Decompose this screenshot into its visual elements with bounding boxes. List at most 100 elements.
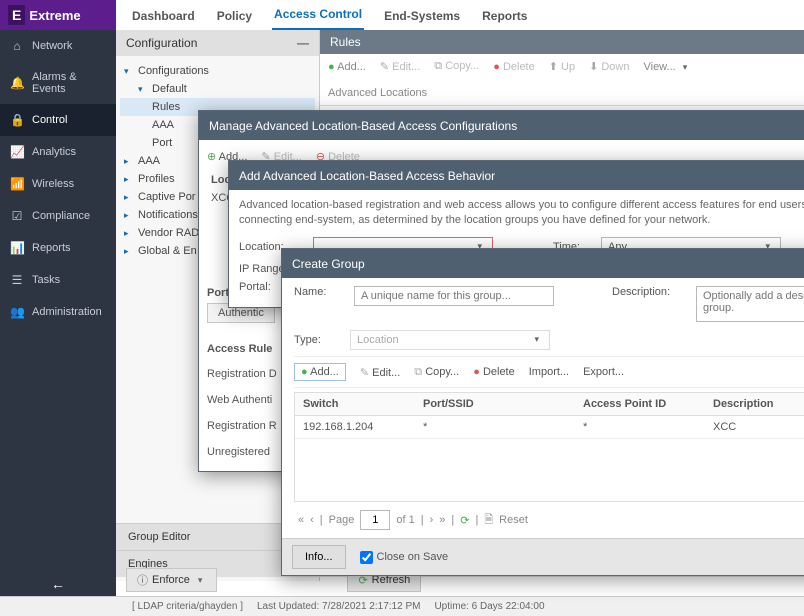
down-icon: ⬇ bbox=[589, 61, 598, 73]
sidebar-item-label: Compliance bbox=[32, 210, 90, 222]
col-desc[interactable]: Description bbox=[713, 398, 804, 410]
reset-label[interactable]: Reset bbox=[499, 514, 528, 526]
sidebar-item-administration[interactable]: 👥Administration bbox=[0, 296, 116, 328]
list-icon: ☰ bbox=[10, 273, 24, 287]
col-port[interactable]: Port/SSID bbox=[423, 398, 583, 410]
cell-ap: * bbox=[583, 421, 713, 433]
tab-access-control[interactable]: Access Control bbox=[272, 0, 364, 30]
tree-label: AAA bbox=[152, 119, 174, 131]
bell-icon: 🔔 bbox=[10, 76, 24, 90]
modal3-header: Create Group ✕ bbox=[282, 249, 804, 278]
tab-reports[interactable]: Reports bbox=[480, 2, 529, 30]
tab-policy[interactable]: Policy bbox=[215, 2, 254, 30]
plus-icon: ● bbox=[328, 61, 335, 73]
tree-label: Global & En bbox=[138, 245, 197, 257]
caret-right-icon: ▸ bbox=[124, 210, 134, 221]
close-on-save-check[interactable]: Close on Save bbox=[360, 551, 449, 564]
rules-toolbar: ● Add... ✎ Edit... ⧉ Copy... ● Delete ⬆ … bbox=[320, 54, 804, 106]
status-ldap: [ LDAP criteria/ghayden ] bbox=[132, 601, 243, 612]
chart-icon: 📈 bbox=[10, 145, 24, 159]
m3-import-button[interactable]: Import... bbox=[529, 366, 569, 378]
copy-button[interactable]: ⧉ Copy... bbox=[434, 60, 479, 73]
page-next-icon[interactable]: › bbox=[430, 514, 434, 526]
btn-label: Delete bbox=[503, 61, 535, 73]
page-input[interactable] bbox=[360, 510, 390, 530]
collapse-icon[interactable]: — bbox=[297, 36, 309, 50]
page-of: of 1 bbox=[396, 514, 414, 526]
down-button[interactable]: ⬇ Down bbox=[589, 60, 629, 73]
caret-right-icon: ▸ bbox=[124, 192, 134, 203]
modal2-header: Add Advanced Location-Based Access Behav… bbox=[229, 161, 804, 190]
reset-icon[interactable]: 🗎 bbox=[484, 511, 493, 530]
page-prev-icon[interactable]: ‹ bbox=[310, 514, 314, 526]
sidebar-item-network[interactable]: ⌂Network bbox=[0, 30, 116, 62]
close-on-save-checkbox[interactable] bbox=[360, 551, 373, 564]
caret-right-icon: ▸ bbox=[124, 246, 134, 257]
view-dropdown[interactable]: View... ▾ bbox=[643, 61, 691, 73]
btn-label: Edit... bbox=[372, 367, 400, 379]
status-bar: [ LDAP criteria/ghayden ] Last Updated: … bbox=[0, 596, 804, 616]
name-input[interactable] bbox=[354, 286, 554, 306]
status-uptime: Uptime: 6 Days 22:04:00 bbox=[434, 601, 544, 612]
btn-label: Copy... bbox=[425, 366, 459, 378]
info-button[interactable]: Info... bbox=[292, 545, 346, 569]
tree-configurations[interactable]: ▾Configurations bbox=[120, 62, 315, 80]
sidebar-item-compliance[interactable]: ☑ Compliance bbox=[0, 200, 116, 232]
edit-button[interactable]: ✎ Edit... bbox=[380, 60, 420, 73]
col-switch[interactable]: Switch bbox=[303, 398, 423, 410]
check-icon: ☑ bbox=[10, 209, 24, 223]
sidebar-item-reports[interactable]: 📊Reports bbox=[0, 232, 116, 264]
back-arrow-icon[interactable]: ← bbox=[51, 576, 65, 592]
sidebar-item-wireless[interactable]: 📶Wireless bbox=[0, 168, 116, 200]
desc-label: Description: bbox=[612, 286, 682, 298]
tab-dashboard[interactable]: Dashboard bbox=[130, 2, 197, 30]
m3-copy-button[interactable]: ⧉ Copy... bbox=[414, 366, 459, 379]
status-updated: Last Updated: 7/28/2021 2:17:12 PM bbox=[257, 601, 420, 612]
page-first-icon[interactable]: « bbox=[298, 514, 304, 526]
modal2-desc: Advanced location-based registration and… bbox=[239, 198, 804, 229]
btn-label: Copy... bbox=[445, 60, 479, 72]
delete-button[interactable]: ● Delete bbox=[493, 61, 535, 73]
m3-toolbar: ● Add... ✎ Edit... ⧉ Copy... ● Delete Im… bbox=[294, 356, 804, 388]
sidebar-item-tasks[interactable]: ☰ Tasks bbox=[0, 264, 116, 296]
chevron-down-icon: ▾ bbox=[194, 575, 207, 586]
m3-edit-button[interactable]: ✎ Edit... bbox=[360, 366, 400, 379]
tab-end-systems[interactable]: End-Systems bbox=[382, 2, 462, 30]
sidebar-item-alarms[interactable]: 🔔Alarms & Events bbox=[0, 62, 116, 104]
cell-port: * bbox=[423, 421, 583, 433]
grid-header: Switch Port/SSID Access Point ID Descrip… bbox=[295, 393, 804, 416]
col-ap[interactable]: Access Point ID bbox=[583, 398, 713, 410]
page-last-icon[interactable]: » bbox=[439, 514, 445, 526]
minus-icon: ● bbox=[473, 366, 480, 378]
sidebar-item-label: Analytics bbox=[32, 146, 76, 158]
copy-icon: ⧉ bbox=[434, 60, 442, 72]
refresh-icon[interactable]: ⟳ bbox=[460, 514, 469, 527]
info-icon: ⓘ bbox=[137, 572, 148, 588]
modal3-footer: Info... Close on Save Save Cancel bbox=[282, 538, 804, 575]
up-button[interactable]: ⬆ Up bbox=[549, 60, 575, 73]
tree-label: Vendor RAD bbox=[138, 227, 199, 239]
bar-chart-icon: 📊 bbox=[10, 241, 24, 255]
sidebar-item-label: Tasks bbox=[32, 274, 60, 286]
m3-delete-button[interactable]: ● Delete bbox=[473, 366, 515, 378]
modal3-title: Create Group bbox=[292, 257, 365, 271]
btn-label: Delete bbox=[483, 366, 515, 378]
desc-input[interactable] bbox=[696, 286, 804, 322]
up-icon: ⬆ bbox=[549, 61, 558, 73]
config-header: Configuration — bbox=[116, 30, 319, 56]
tree-default[interactable]: ▾Default bbox=[120, 80, 315, 98]
m3-add-button[interactable]: ● Add... bbox=[294, 363, 346, 381]
tree-label: Notifications bbox=[138, 209, 198, 221]
chevron-down-icon: ▾ bbox=[530, 334, 543, 346]
btn-label: Up bbox=[561, 61, 575, 73]
left-sidebar: ⌂Network 🔔Alarms & Events 🔒Control 📈 Anal… bbox=[0, 30, 116, 616]
sidebar-item-label: Control bbox=[32, 114, 67, 126]
adv-locations-link[interactable]: Advanced Locations bbox=[328, 87, 427, 99]
type-value: Location bbox=[357, 334, 399, 346]
grid-row[interactable]: 192.168.1.204 * * XCC bbox=[295, 416, 804, 439]
sidebar-item-control[interactable]: 🔒Control bbox=[0, 104, 116, 136]
sidebar-item-analytics[interactable]: 📈 Analytics bbox=[0, 136, 116, 168]
add-button[interactable]: ● Add... bbox=[328, 61, 366, 73]
m3-export-button[interactable]: Export... bbox=[583, 366, 624, 378]
enforce-button[interactable]: ⓘ Enforce ▾ bbox=[126, 568, 217, 592]
